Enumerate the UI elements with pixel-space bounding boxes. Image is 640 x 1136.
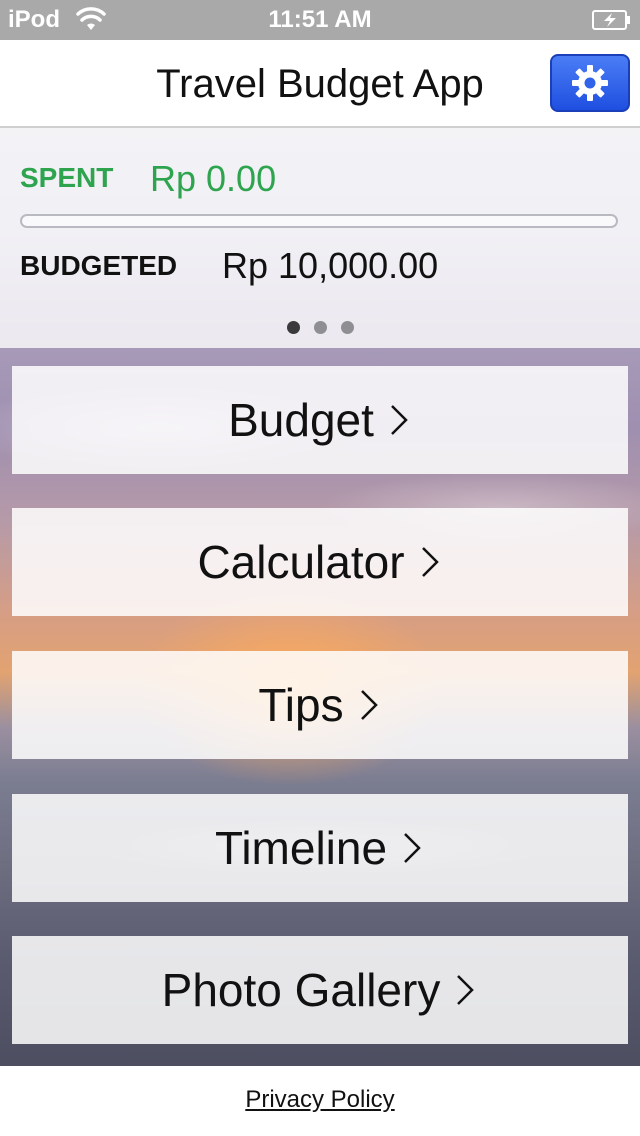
tips-button-label: Tips [258,679,344,731]
status-time: 11:51 AM [268,6,372,33]
budget-button-label: Budget [228,394,374,446]
chevron-right-icon [356,685,382,725]
chevron-right-icon [399,828,425,868]
timeline-button-label: Timeline [214,822,388,874]
budget-button[interactable]: Budget [12,366,628,474]
battery-charging-icon [592,9,632,30]
chevron-right-icon [417,542,443,582]
page-title: Travel Budget App [156,62,484,106]
page-indicator[interactable] [0,321,640,334]
page-dot[interactable] [340,321,354,334]
calculator-button-label: Calculator [197,536,405,588]
spent-value: Rp 0.00 [150,158,277,199]
chevron-right-icon [452,970,478,1010]
budgeted-label: BUDGETED [20,250,178,281]
page-dot[interactable] [313,321,327,334]
privacy-policy-link[interactable]: Privacy Policy [245,1086,394,1113]
chevron-right-icon [386,400,412,440]
spent-label: SPENT [20,162,114,193]
status-bar: iPod 11:51 AM [0,0,640,40]
app-screen: iPod 11:51 AM Travel Budget App SPENT Rp… [0,0,640,1136]
photo-gallery-button[interactable]: Photo Gallery [12,936,628,1044]
spending-progress-bar [20,214,618,228]
tips-button[interactable]: Tips [12,651,628,759]
budgeted-value: Rp 10,000.00 [222,245,439,286]
photo-gallery-button-label: Photo Gallery [161,964,441,1016]
page-dot[interactable] [286,321,300,334]
calculator-button[interactable]: Calculator [12,508,628,616]
navigation-bar: Travel Budget App [0,40,640,128]
budget-summary-panel[interactable]: SPENT Rp 0.00 BUDGETED Rp 10,000.00 [0,128,640,348]
gear-icon [572,65,608,101]
settings-button[interactable] [550,54,630,112]
timeline-button[interactable]: Timeline [12,794,628,902]
footer: Privacy Policy [0,1066,640,1136]
